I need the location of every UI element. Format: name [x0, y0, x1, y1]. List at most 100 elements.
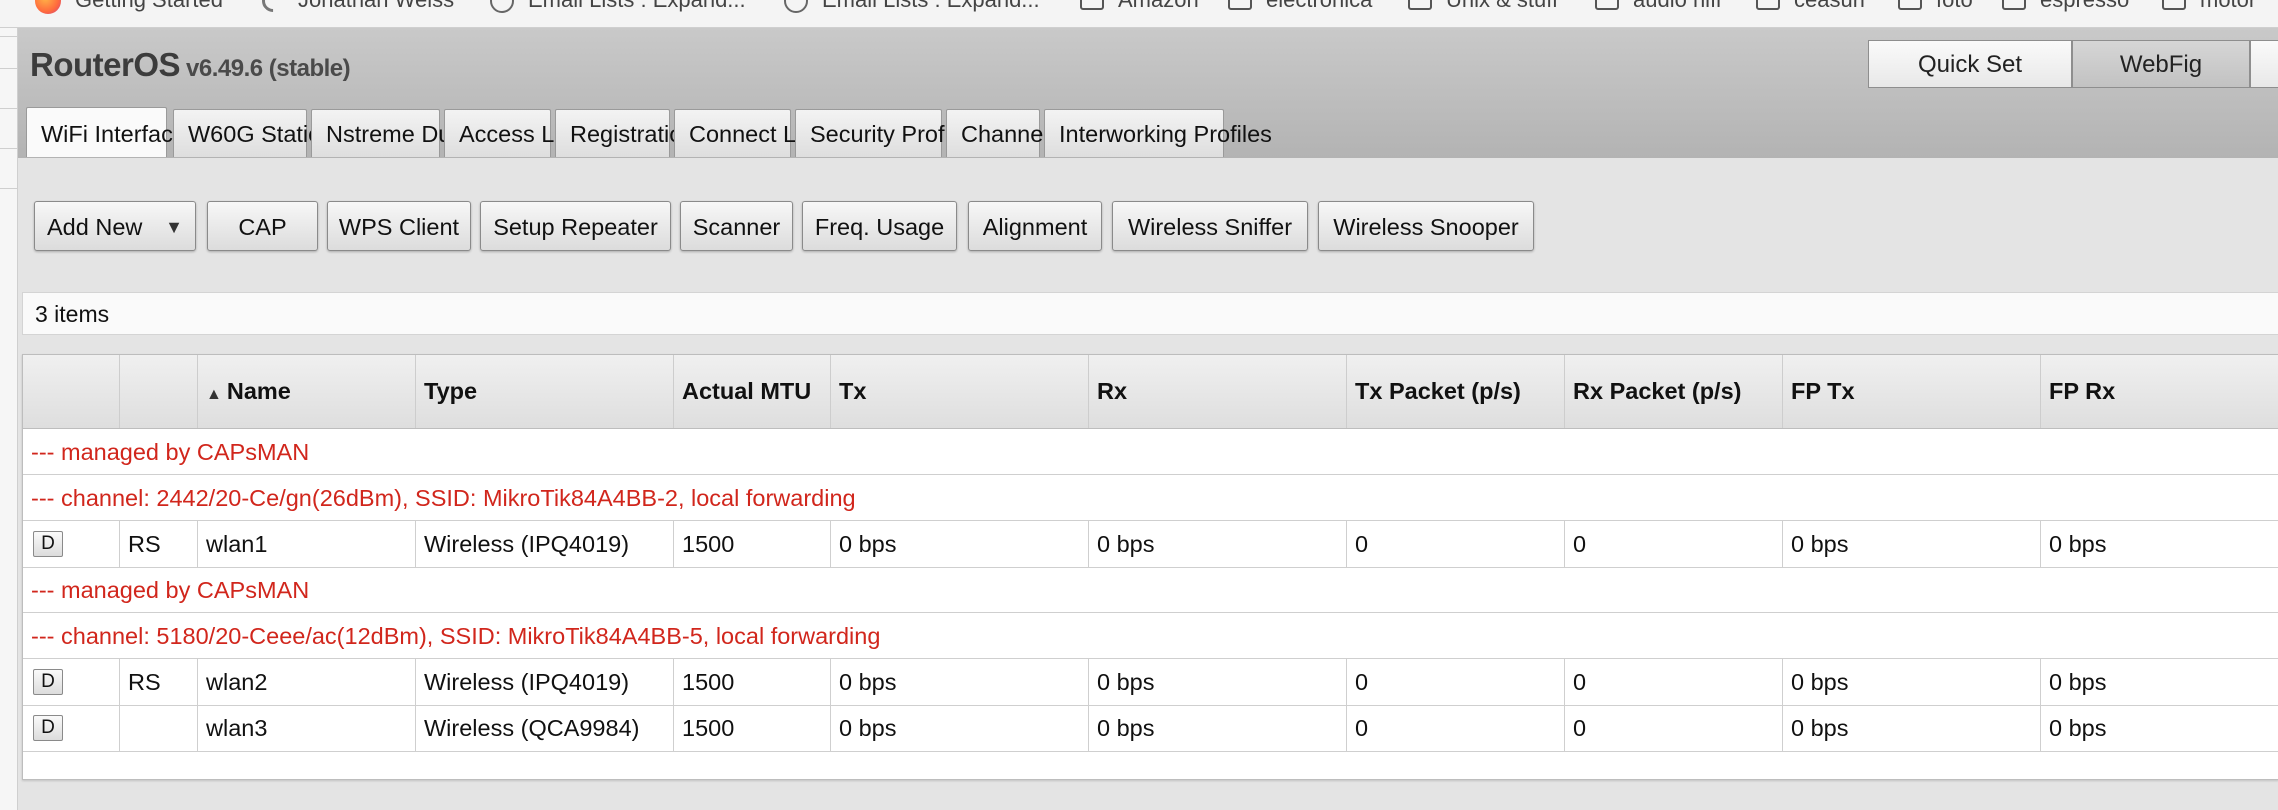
disable-button[interactable]: D: [33, 715, 63, 741]
add-new-button[interactable]: Add New ▼: [34, 201, 196, 251]
bookmarks-bar: Getting Started Jonathan Weiss Email Lis…: [0, 0, 2278, 28]
wps-client-button[interactable]: WPS Client: [327, 201, 471, 251]
tab-security-profiles[interactable]: Security Profiles: [795, 109, 980, 157]
bookmark-email-lists-1[interactable]: Email Lists : Expand...: [490, 0, 746, 14]
type-cell: Wireless (IPQ4019): [416, 659, 674, 705]
webfig-app: RouterOS v6.49.6 (stable) Quick Set WebFi…: [18, 28, 2278, 810]
column-header-actual-mtu[interactable]: Actual MTU: [674, 355, 831, 428]
flags-cell: [120, 705, 198, 751]
wireless-sniffer-button[interactable]: Wireless Sniffer: [1112, 201, 1308, 251]
wireless-snooper-button[interactable]: Wireless Snooper: [1318, 201, 1534, 251]
bookmark-motor[interactable]: motor: [2162, 0, 2256, 13]
mtu-cell: 1500: [674, 705, 831, 751]
webfig-button[interactable]: WebFig: [2072, 40, 2250, 88]
column-header-fp-tx[interactable]: FP Tx: [1783, 355, 2041, 428]
sort-ascending-icon: ▲: [206, 386, 222, 403]
group-row: --- channel: 2442/20-Ce/gn(26dBm), SSID:…: [23, 475, 2278, 521]
tab-connect-list[interactable]: Connect List: [674, 109, 820, 157]
alignment-button[interactable]: Alignment: [968, 201, 1102, 251]
group-row: --- channel: 5180/20-Ceee/ac(12dBm), SSI…: [23, 613, 2278, 659]
fp-rx-cell: 0 bps: [2049, 669, 2107, 695]
tab-w60g-station[interactable]: W60G Station: [173, 109, 334, 157]
flags-cell: RS: [120, 521, 198, 567]
column-header-rx-packet[interactable]: Rx Packet (p/s): [1565, 355, 1783, 428]
fp-tx-cell: 0 bps: [1783, 705, 2041, 751]
folder-icon: [1595, 0, 1619, 11]
folder-icon: [1756, 0, 1780, 11]
quick-set-button[interactable]: Quick Set: [1868, 40, 2072, 88]
dropdown-arrow-icon: ▼: [165, 217, 183, 237]
cap-button[interactable]: CAP: [207, 201, 318, 251]
bookmark-amazon[interactable]: Amazon: [1080, 0, 1199, 13]
setup-repeater-button[interactable]: Setup Repeater: [480, 201, 671, 251]
bookmark-foto[interactable]: foto: [1898, 0, 1973, 13]
name-cell[interactable]: wlan1: [198, 521, 416, 567]
mtu-cell: 1500: [674, 521, 831, 567]
action-cell: D: [23, 659, 120, 705]
browser-gutter: [0, 28, 18, 810]
folder-icon: [1408, 0, 1432, 11]
column-header-fp-rx[interactable]: FP Rx: [2041, 355, 2278, 428]
scanner-button[interactable]: Scanner: [680, 201, 793, 251]
bookmark-jonathan-weiss[interactable]: Jonathan Weiss: [257, 0, 454, 17]
bookmark-email-lists-2[interactable]: Email Lists : Expand...: [784, 0, 1040, 14]
header-more-button[interactable]: [2250, 40, 2278, 88]
group-row: --- managed by CAPsMAN: [23, 429, 2278, 475]
rx-cell: 0 bps: [1089, 705, 1347, 751]
firefox-icon: [35, 0, 61, 15]
folder-icon: [1080, 0, 1104, 11]
folder-icon: [2002, 0, 2026, 11]
column-header-name[interactable]: ▲ Name: [198, 355, 416, 428]
type-cell: Wireless (QCA9984): [416, 705, 674, 751]
bookmark-espresso[interactable]: espresso: [2002, 0, 2129, 13]
bookmark-ceasuri[interactable]: ceasuri: [1756, 0, 1865, 13]
freq-usage-button[interactable]: Freq. Usage: [802, 201, 957, 251]
rx-cell: 0 bps: [1089, 521, 1347, 567]
bookmark-electronica[interactable]: electronica: [1228, 0, 1372, 13]
name-cell[interactable]: wlan2: [198, 659, 416, 705]
table-row[interactable]: D RS wlan2 Wireless (IPQ4019) 1500 0 bps…: [23, 659, 2278, 706]
disable-button[interactable]: D: [33, 531, 63, 557]
folder-icon: [1228, 0, 1252, 11]
mtu-cell: 1500: [674, 659, 831, 705]
tx-cell: 0 bps: [831, 705, 1089, 751]
fp-tx-cell: 0 bps: [1783, 521, 2041, 567]
tab-access-list[interactable]: Access List: [444, 109, 578, 157]
item-count: 3 items: [22, 292, 2278, 335]
folder-icon: [2162, 0, 2186, 11]
column-header-tx-packet[interactable]: Tx Packet (p/s): [1347, 355, 1565, 428]
table-row[interactable]: D RS wlan1 Wireless (IPQ4019) 1500 0 bps…: [23, 521, 2278, 568]
app-title: RouterOS v6.49.6 (stable): [30, 46, 351, 83]
phone-icon: [257, 0, 289, 17]
bookmark-unix-stuff[interactable]: Unix & stuff: [1408, 0, 1558, 13]
fp-rx-cell: 0 bps: [2049, 531, 2107, 557]
rx-packet-cell: 0: [1565, 659, 1783, 705]
rx-packet-cell: 0: [1565, 705, 1783, 751]
globe-icon: [490, 0, 514, 14]
rx-packet-cell: 0: [1565, 521, 1783, 567]
tab-registration[interactable]: Registration: [555, 109, 695, 157]
type-cell: Wireless (IPQ4019): [416, 521, 674, 567]
tab-nstreme-dual[interactable]: Nstreme Dual: [311, 109, 470, 157]
app-header: RouterOS v6.49.6 (stable) Quick Set WebFi…: [18, 28, 2278, 158]
disable-button[interactable]: D: [33, 669, 63, 695]
tx-packet-cell: 0: [1347, 659, 1565, 705]
tab-wifi-interfaces[interactable]: WiFi Interfaces: [26, 107, 198, 157]
tx-packet-cell: 0: [1347, 521, 1565, 567]
bookmark-getting-started[interactable]: Getting Started: [35, 0, 223, 15]
tab-channels[interactable]: Channels: [946, 109, 1060, 157]
column-header-rx[interactable]: Rx: [1089, 355, 1347, 428]
action-cell: D: [23, 521, 120, 567]
column-header-flags: [120, 355, 198, 428]
group-row: --- managed by CAPsMAN: [23, 567, 2278, 613]
tab-interworking-profiles[interactable]: Interworking Profiles: [1044, 109, 1272, 157]
tx-cell: 0 bps: [831, 659, 1089, 705]
table-row[interactable]: D wlan3 Wireless (QCA9984) 1500 0 bps 0 …: [23, 705, 2278, 752]
name-cell[interactable]: wlan3: [198, 705, 416, 751]
bookmark-audio-hifi[interactable]: audio hifi: [1595, 0, 1721, 13]
action-cell: D: [23, 705, 120, 751]
column-header-tx[interactable]: Tx: [831, 355, 1089, 428]
flags-cell: RS: [120, 659, 198, 705]
column-header-type[interactable]: Type: [416, 355, 674, 428]
fp-rx-cell: 0 bps: [2049, 715, 2107, 741]
